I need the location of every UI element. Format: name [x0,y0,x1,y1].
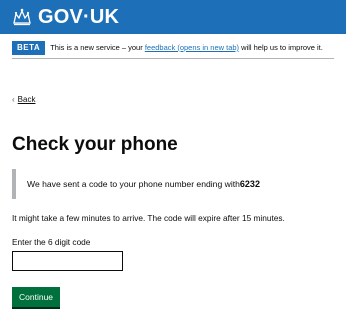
inset-text: We have sent a code to your phone number… [12,169,312,199]
page-title: Check your phone [12,134,178,155]
continue-button[interactable]: Continue [12,287,61,307]
back-link-label: Back [17,95,36,104]
code-input[interactable] [12,251,123,271]
phase-banner: BETA This is a new service – your feedba… [12,38,334,59]
phase-text-before: This is a new service – your [50,43,145,52]
chevron-left-icon: ‹ [12,95,15,104]
inset-message: We have sent a code to your phone number… [27,179,240,189]
phase-banner-text: This is a new service – your feedback (o… [50,43,323,53]
feedback-link[interactable]: feedback (opens in new tab) [145,43,239,52]
govuk-logo[interactable]: GOV·UK [12,7,119,27]
code-expiry-hint: It might take a few minutes to arrive. T… [12,213,285,223]
code-label: Enter the 6 digit code [12,237,91,247]
phase-text-after: will help us to improve it. [239,43,323,52]
crown-icon [13,8,31,26]
phone-ending: 6232 [239,179,260,189]
beta-tag: BETA [12,41,46,55]
site-header: GOV·UK [0,0,346,34]
logo-text: GOV·UK [38,6,120,28]
back-link[interactable]: ‹ Back [12,95,35,104]
